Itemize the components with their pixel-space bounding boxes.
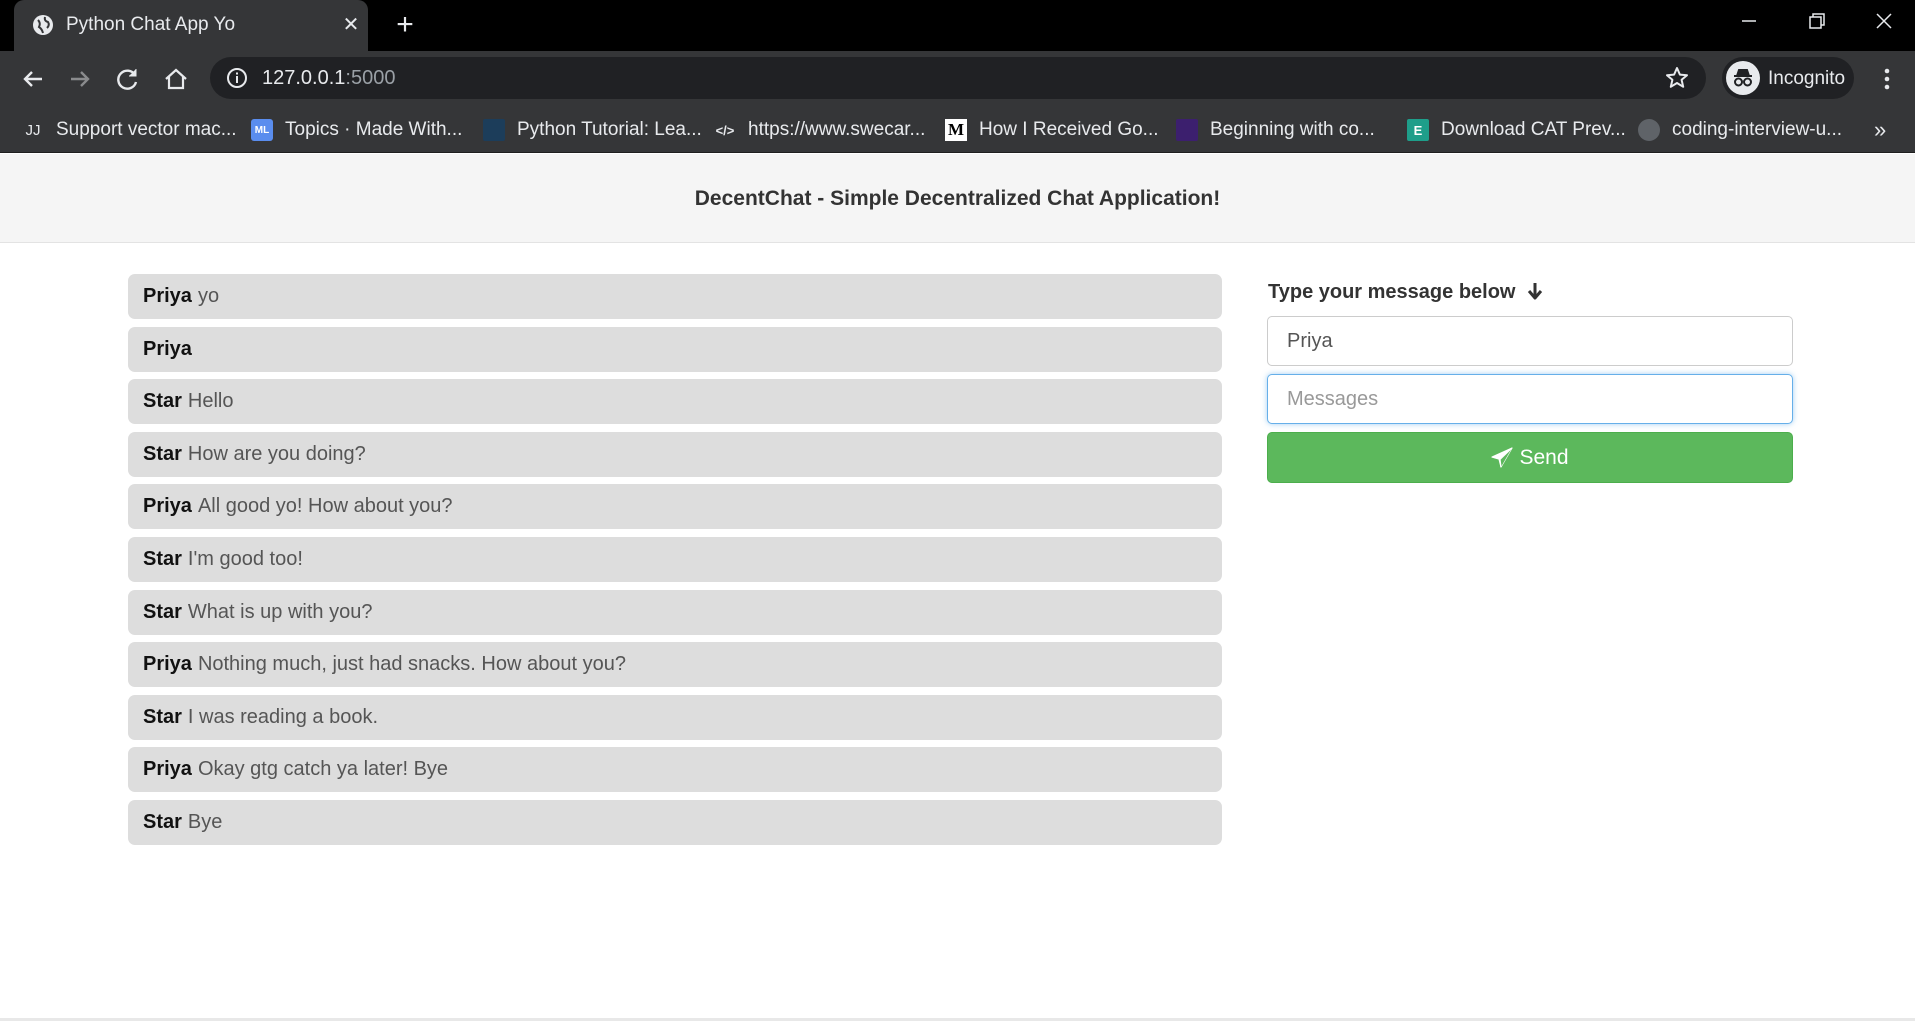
page-header: DecentChat - Simple Decentralized Chat A… xyxy=(0,154,1915,243)
message-text: Bye xyxy=(187,810,223,833)
incognito-icon xyxy=(1726,61,1760,95)
python-tutorial-favicon-icon xyxy=(483,119,505,141)
close-window-button[interactable] xyxy=(1853,0,1915,44)
chat-message: Priya All good yo! How about you? xyxy=(128,484,1222,530)
message-username: Priya xyxy=(143,653,192,676)
chat-message: Priya Nothing much, just had snacks. How … xyxy=(128,642,1222,688)
purple-favicon-icon xyxy=(1176,119,1198,141)
message-username: Star xyxy=(143,810,182,833)
url-text: 127.0.0.1:5000 xyxy=(262,67,395,90)
message-username: Star xyxy=(143,600,182,623)
url-port: :5000 xyxy=(345,67,396,89)
bookmark-star-icon[interactable] xyxy=(1664,65,1690,91)
more-bookmarks-button[interactable]: » xyxy=(1874,117,1886,143)
message-input[interactable] xyxy=(1267,374,1793,424)
tab-title: Python Chat App Yo xyxy=(66,14,236,35)
bookmark-item[interactable]: JJ Support vector mac... xyxy=(22,115,237,145)
message-text: Hello xyxy=(187,390,234,413)
message-text: All good yo! How about you? xyxy=(197,495,453,518)
bookmark-label: Topics · Made With... xyxy=(285,119,463,140)
chat-message: Star Hello xyxy=(128,379,1222,425)
message-username: Priya xyxy=(143,495,192,518)
forward-button[interactable] xyxy=(64,63,96,95)
bookmark-item[interactable]: </> https://www.swecar... xyxy=(714,115,926,145)
message-username: Priya xyxy=(143,285,192,307)
message-list: Priya yo Priya Star Hello Star How are you … xyxy=(128,274,1222,853)
browser-toolbar: 127.0.0.1:5000 Incognito xyxy=(0,51,1915,107)
bookmark-item[interactable]: E Download CAT Prev... xyxy=(1407,115,1626,145)
bookmark-label: How I Received Go... xyxy=(979,119,1159,140)
browser-tabstrip: Python Chat App Yo ✕ + xyxy=(0,0,1915,51)
jj-favicon-icon: JJ xyxy=(25,121,41,139)
chat-message: Priya yo xyxy=(128,274,1222,319)
chat-message: Star Bye xyxy=(128,799,1222,845)
bookmark-item[interactable]: coding-interview-u... xyxy=(1638,115,1842,145)
form-label-text: Type your message below xyxy=(1268,281,1516,303)
code-favicon-icon: </> xyxy=(715,122,735,138)
message-text: yo xyxy=(197,285,220,307)
bookmark-label: coding-interview-u... xyxy=(1672,119,1843,140)
medium-favicon-icon: M xyxy=(945,119,967,141)
bookmark-label: Python Tutorial: Lea... xyxy=(517,119,702,140)
message-text: I'm good too! xyxy=(187,547,303,570)
message-username: Star xyxy=(143,705,182,728)
arrow-down-icon xyxy=(1527,281,1543,303)
chat-message: Star What is up with you? xyxy=(128,589,1222,635)
bookmark-item[interactable]: M How I Received Go... xyxy=(945,115,1159,145)
minimize-button[interactable] xyxy=(1718,0,1780,44)
more-menu-icon[interactable] xyxy=(1874,63,1900,95)
browser-tab[interactable]: Python Chat App Yo ✕ xyxy=(14,0,368,51)
message-text: How are you doing? xyxy=(187,442,366,465)
home-button[interactable] xyxy=(160,63,192,95)
message-text: Okay gtg catch ya later! Bye xyxy=(197,758,449,781)
bookmark-item[interactable]: Python Tutorial: Lea... xyxy=(483,115,702,145)
message-username: Priya xyxy=(143,758,192,781)
message-username: Priya xyxy=(143,337,192,360)
bookmark-item[interactable]: Beginning with co... xyxy=(1176,115,1375,145)
bookmark-label: Beginning with co... xyxy=(1210,119,1375,140)
message-username: Star xyxy=(143,547,182,570)
message-form: Type your message below Send xyxy=(1267,274,1793,483)
send-button[interactable]: Send xyxy=(1267,432,1793,483)
back-button[interactable] xyxy=(17,63,49,95)
message-username: Star xyxy=(143,442,182,465)
globe-icon xyxy=(32,14,54,36)
info-icon[interactable] xyxy=(226,67,248,89)
bookmark-label: Support vector mac... xyxy=(56,119,237,140)
chat-message: Priya Okay gtg catch ya later! Bye xyxy=(128,747,1222,793)
madewithml-favicon-icon: ML xyxy=(251,119,273,141)
message-text: I was reading a book. xyxy=(187,705,379,728)
url-host: 127.0.0.1 xyxy=(262,67,346,89)
bookmark-label: Download CAT Prev... xyxy=(1441,119,1626,140)
bookmarks-bar: JJ Support vector mac... ML Topics · Mad… xyxy=(0,107,1915,153)
new-tab-button[interactable]: + xyxy=(388,9,422,43)
send-label: Send xyxy=(1519,445,1569,469)
chat-page: DecentChat - Simple Decentralized Chat A… xyxy=(0,154,1915,1021)
github-favicon-icon xyxy=(1638,119,1660,141)
restore-button[interactable] xyxy=(1786,0,1848,44)
message-text: Nothing much, just had snacks. How about… xyxy=(197,653,626,676)
incognito-label: Incognito xyxy=(1768,68,1846,89)
chat-message: Star I was reading a book. xyxy=(128,694,1222,740)
close-tab-icon[interactable]: ✕ xyxy=(337,11,365,39)
incognito-indicator[interactable]: Incognito xyxy=(1722,57,1854,99)
chat-message: Priya xyxy=(128,326,1222,372)
page-title: DecentChat - Simple Decentralized Chat A… xyxy=(694,187,1221,210)
form-label: Type your message below xyxy=(1267,274,1793,310)
message-text: What is up with you? xyxy=(187,600,373,623)
username-input[interactable] xyxy=(1267,316,1793,366)
bookmark-label: https://www.swecar... xyxy=(748,119,926,140)
address-bar[interactable]: 127.0.0.1:5000 xyxy=(210,57,1706,99)
chat-message: Star I'm good too! xyxy=(128,536,1222,582)
cat-favicon-icon: E xyxy=(1407,119,1429,141)
chat-message: Star How are you doing? xyxy=(128,431,1222,477)
paper-plane-icon xyxy=(1491,446,1514,468)
message-username: Star xyxy=(143,390,182,413)
reload-button[interactable] xyxy=(112,63,144,95)
bookmark-item[interactable]: ML Topics · Made With... xyxy=(251,115,462,145)
